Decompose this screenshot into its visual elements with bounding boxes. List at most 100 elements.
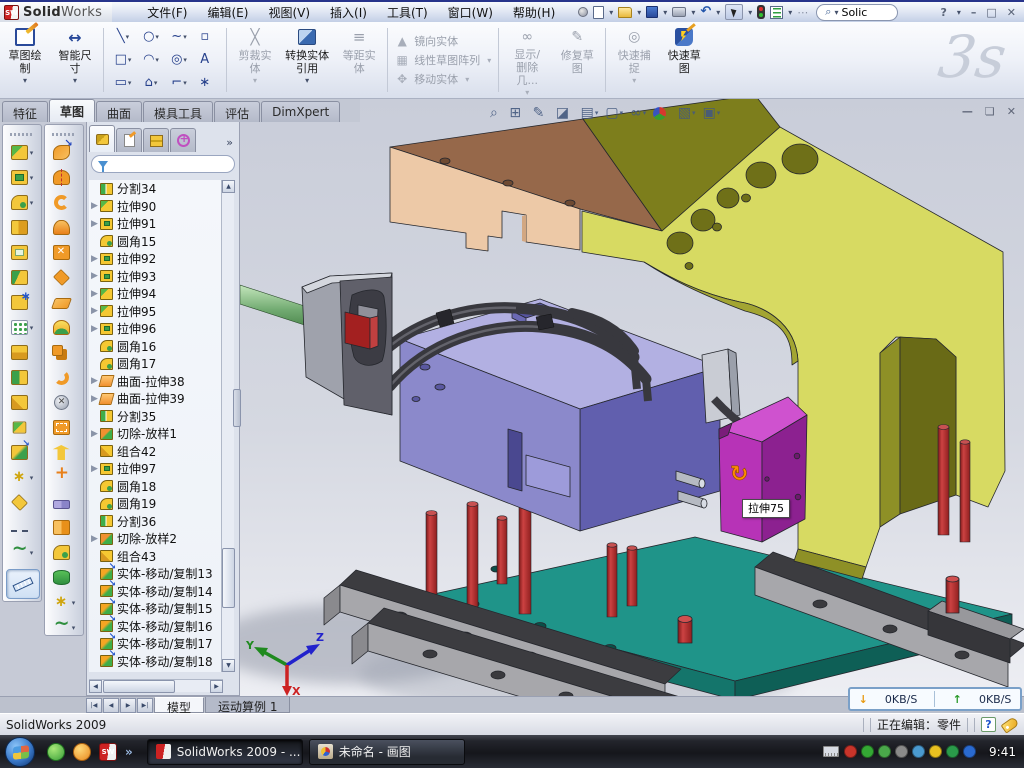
feature-tree-item[interactable]: ▶ 切除-放样2 bbox=[89, 530, 223, 548]
sketch-entity-button[interactable]: ◠▾ bbox=[137, 48, 165, 71]
feature-tool-button[interactable]: ▾ bbox=[3, 365, 41, 390]
scroll-left-icon[interactable]: ◀ bbox=[89, 680, 102, 693]
menu-item[interactable]: 工具(T) bbox=[378, 2, 437, 23]
part-gray-slide[interactable] bbox=[240, 273, 392, 415]
linear-pattern-button[interactable]: ▦线性草图阵列▾ bbox=[395, 52, 491, 68]
feature-tree-item[interactable]: ▶ 拉伸97 bbox=[89, 460, 223, 478]
surface-tool-button[interactable]: ▾ bbox=[45, 615, 83, 640]
expand-arrow-icon[interactable]: ▶ bbox=[89, 201, 100, 211]
tab-nav-button[interactable]: ▶ bbox=[120, 698, 136, 713]
heads-up-icon[interactable]: ▧▾ bbox=[678, 105, 696, 121]
heads-up-icon[interactable]: ▾ bbox=[653, 107, 671, 120]
feature-tool-button[interactable]: ▾ bbox=[3, 315, 41, 340]
surface-tool-button[interactable]: ▾ bbox=[45, 515, 83, 540]
feature-tool-button[interactable]: ▾ bbox=[3, 240, 41, 265]
tray-icon[interactable] bbox=[878, 745, 891, 758]
sketch-entity-button[interactable]: □▾ bbox=[109, 48, 137, 71]
save-icon[interactable] bbox=[646, 6, 658, 18]
sketch-entity-button[interactable]: ○▾ bbox=[137, 25, 165, 48]
command-tab[interactable]: 模具工具 bbox=[143, 101, 213, 122]
expand-arrow-icon[interactable]: ▶ bbox=[89, 429, 100, 439]
sketch-entity-button[interactable]: ⌐▾ bbox=[165, 71, 193, 94]
rapid-sketch-button[interactable]: 快速草图 bbox=[659, 22, 709, 98]
offset-entities-button[interactable]: ≡ 等距实体 bbox=[334, 22, 384, 98]
expand-arrow-icon[interactable]: ▶ bbox=[89, 534, 100, 544]
trim-entities-button[interactable]: ╳ 剪裁实体▾ bbox=[230, 22, 280, 98]
doc-close-button[interactable]: ✕ bbox=[1007, 105, 1016, 118]
undo-icon[interactable]: ↶ bbox=[700, 6, 711, 18]
surface-tool-button[interactable]: ▾ bbox=[45, 365, 83, 390]
surface-tool-button[interactable]: ▾ bbox=[45, 440, 83, 465]
quick-launch-expand-icon[interactable]: » bbox=[125, 745, 133, 759]
tray-icon[interactable] bbox=[929, 745, 942, 758]
feature-tree-item[interactable]: ▶ 拉伸94 bbox=[89, 285, 223, 303]
feature-tree-item[interactable]: ▶ 拉伸91 bbox=[89, 215, 223, 233]
tab-configuration-manager[interactable] bbox=[143, 128, 169, 152]
open-file-icon[interactable] bbox=[618, 7, 632, 18]
command-tab[interactable]: 评估 bbox=[214, 101, 260, 122]
help-button[interactable]: ? bbox=[940, 6, 946, 19]
feature-tool-button[interactable]: ▾ bbox=[3, 390, 41, 415]
surface-tool-button[interactable]: ▾ bbox=[45, 290, 83, 315]
feature-tree-item[interactable]: ▶ 曲面-拉伸39 bbox=[89, 390, 223, 408]
surface-tool-button[interactable]: ▾ bbox=[45, 490, 83, 515]
measure-button-active[interactable] bbox=[6, 569, 40, 599]
scroll-thumb[interactable] bbox=[222, 548, 235, 608]
help-dropdown-icon[interactable]: ▾ bbox=[957, 8, 961, 17]
surface-tool-button[interactable]: ▾ bbox=[45, 215, 83, 240]
feature-tree-item[interactable]: ▶ 圆角19 bbox=[89, 495, 223, 513]
solidworks-shortcut-icon[interactable]: SW bbox=[99, 743, 117, 761]
surface-tool-button[interactable]: ▾ bbox=[45, 465, 83, 490]
tray-icon[interactable] bbox=[895, 745, 908, 758]
menu-item[interactable]: 插入(I) bbox=[321, 2, 376, 23]
surface-tool-button[interactable]: ▾ bbox=[45, 340, 83, 365]
taskbar-clock[interactable]: 9:41 bbox=[989, 745, 1016, 759]
menu-item[interactable]: 文件(F) bbox=[138, 2, 196, 23]
expand-arrow-icon[interactable]: ▶ bbox=[89, 254, 100, 264]
sketch-entity-button[interactable]: ▭▾ bbox=[109, 71, 137, 94]
sketch-entity-button[interactable]: ∗▾ bbox=[193, 71, 221, 94]
heads-up-icon[interactable]: ⌕▾ bbox=[490, 105, 502, 121]
display-delete-relations-button[interactable]: ∞ 显示/删除几...▾ bbox=[502, 22, 552, 98]
command-tab[interactable]: 特征 bbox=[2, 101, 48, 122]
expand-arrow-icon[interactable]: ▶ bbox=[89, 271, 100, 281]
feature-tree-item[interactable]: ▶ 实体-移动/复制18 bbox=[89, 653, 223, 671]
scroll-down-icon[interactable]: ▼ bbox=[222, 659, 235, 672]
tab-nav-button[interactable]: |◀ bbox=[86, 698, 102, 713]
feature-tree-item[interactable]: ▶ 拉伸95 bbox=[89, 303, 223, 321]
tab-feature-tree[interactable] bbox=[89, 125, 115, 152]
status-help-icon[interactable]: ? bbox=[981, 717, 996, 732]
tab-dimxpert-manager[interactable] bbox=[170, 128, 196, 152]
tab-property-manager[interactable] bbox=[116, 128, 142, 152]
command-tab[interactable]: 曲面 bbox=[96, 101, 142, 122]
search-input[interactable] bbox=[841, 6, 889, 19]
feature-tree-item[interactable]: ▶ 组合42 bbox=[89, 443, 223, 461]
surface-tool-button[interactable]: ▾ bbox=[45, 315, 83, 340]
tray-icon[interactable] bbox=[963, 745, 976, 758]
heads-up-icon[interactable]: ▢▾ bbox=[605, 105, 623, 121]
rebuild-icon[interactable] bbox=[757, 5, 765, 19]
sketch-entity-button[interactable]: ▫▾ bbox=[193, 25, 221, 48]
feature-tool-button[interactable]: ▾ bbox=[3, 165, 41, 190]
surface-tool-button[interactable]: ▾ bbox=[45, 415, 83, 440]
panel-splitter-handle[interactable] bbox=[233, 389, 241, 427]
keyboard-layout-icon[interactable] bbox=[823, 746, 839, 757]
feature-tree-item[interactable]: ▶ 圆角16 bbox=[89, 338, 223, 356]
tag-icon[interactable] bbox=[1001, 716, 1020, 733]
expand-arrow-icon[interactable]: ▶ bbox=[89, 306, 100, 316]
feature-tree-item[interactable]: ▶ 曲面-拉伸38 bbox=[89, 373, 223, 391]
feature-tree-item[interactable]: ▶ 分割34 bbox=[89, 180, 223, 198]
expand-arrow-icon[interactable]: ▶ bbox=[89, 219, 100, 229]
convert-entities-button[interactable]: 转换实体引用▾ bbox=[280, 22, 334, 98]
feature-tree-item[interactable]: ▶ 拉伸93 bbox=[89, 268, 223, 286]
tray-icon[interactable] bbox=[946, 745, 959, 758]
quick-launch-icon[interactable] bbox=[73, 743, 91, 761]
sketch-entity-button[interactable]: ~▾ bbox=[165, 25, 193, 48]
surface-tool-button[interactable]: ▾ bbox=[45, 190, 83, 215]
sketch-entity-button[interactable]: ◎▾ bbox=[165, 48, 193, 71]
surface-tool-button[interactable]: ▾ bbox=[45, 565, 83, 590]
feature-tool-button[interactable]: ▾ bbox=[3, 465, 41, 490]
task-button[interactable]: 未命名 - 画图 bbox=[309, 739, 465, 765]
repair-sketch-button[interactable]: ✎ 修复草图 bbox=[552, 22, 602, 98]
menu-item[interactable]: 编辑(E) bbox=[199, 2, 258, 23]
